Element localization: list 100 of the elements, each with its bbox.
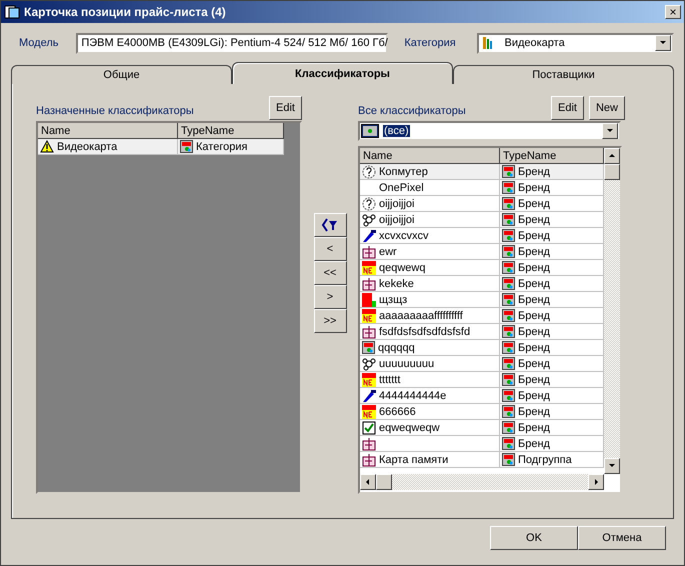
flower-icon bbox=[362, 356, 376, 370]
category-icon bbox=[502, 293, 515, 306]
edit-button[interactable]: Edit bbox=[551, 96, 584, 120]
tab[interactable]: Классификаторы bbox=[232, 62, 453, 84]
question-icon bbox=[362, 196, 376, 210]
arrow-icon bbox=[364, 478, 372, 486]
category-icon bbox=[502, 405, 515, 418]
filter-dropdown[interactable]: (все) bbox=[358, 121, 621, 141]
table-cell[interactable]: kekeke bbox=[360, 276, 500, 292]
table-cell[interactable]: eqweqweqw bbox=[360, 420, 500, 436]
table-cell[interactable]: Бренд bbox=[500, 404, 604, 420]
column-header[interactable]: TypeName bbox=[178, 123, 284, 139]
table-cell[interactable]: Бренд bbox=[500, 244, 604, 260]
category-icon bbox=[502, 309, 515, 322]
table-cell[interactable]: Бренд bbox=[500, 292, 604, 308]
table-cell[interactable]: OnePixel bbox=[360, 180, 500, 196]
table-cell[interactable]: qeqwewq bbox=[360, 260, 500, 276]
table-cell[interactable]: Бренд bbox=[500, 276, 604, 292]
move-button[interactable]: << bbox=[314, 261, 346, 285]
category-icon bbox=[502, 229, 515, 242]
table-cell[interactable]: oijjoijjoi bbox=[360, 196, 500, 212]
table-cell[interactable]: Бренд bbox=[500, 308, 604, 324]
table-cell[interactable]: Бренд bbox=[500, 164, 604, 180]
table-cell[interactable]: Бренд bbox=[500, 260, 604, 276]
ok-button[interactable]: OK bbox=[490, 526, 578, 550]
table-cell[interactable]: Бренд bbox=[500, 356, 604, 372]
column-header[interactable]: Name bbox=[360, 148, 500, 164]
model-field[interactable]: ПЭВМ E4000MB (E4309LGi): Pentium-4 524/ 512 Мб/ 160 Гб/ bbox=[76, 32, 388, 54]
new-button[interactable]: New bbox=[588, 96, 625, 120]
scroll-right-button[interactable] bbox=[588, 474, 604, 490]
scroll-left-button[interactable] bbox=[360, 474, 376, 490]
table-cell[interactable]: Бренд bbox=[500, 388, 604, 404]
filter-button[interactable] bbox=[314, 213, 346, 237]
table-cell[interactable]: Карта памяти bbox=[360, 452, 500, 468]
gift-icon bbox=[362, 324, 376, 338]
table-cell[interactable]: 666666 bbox=[360, 404, 500, 420]
table-cell[interactable]: xcvxcvxcv bbox=[360, 228, 500, 244]
column-header[interactable]: Name bbox=[38, 123, 178, 139]
table-cell[interactable]: Бренд bbox=[500, 436, 604, 452]
category-icon bbox=[361, 124, 379, 138]
category-icon bbox=[502, 357, 515, 370]
move-button[interactable]: > bbox=[314, 285, 346, 309]
column-header[interactable]: TypeName bbox=[500, 148, 604, 164]
category-label: Категория bbox=[404, 37, 457, 49]
table-cell[interactable]: Бренд bbox=[500, 180, 604, 196]
tab[interactable]: Общие bbox=[11, 65, 232, 84]
category-icon bbox=[502, 341, 515, 354]
table-cell[interactable]: uuuuuuuuu bbox=[360, 356, 500, 372]
category-icon bbox=[502, 373, 515, 386]
close-button[interactable]: × bbox=[665, 5, 681, 19]
table-cell[interactable]: Копмутер bbox=[360, 164, 500, 180]
new-icon bbox=[362, 308, 376, 322]
table-cell[interactable]: aaaaaaaaaffffffffff bbox=[360, 308, 500, 324]
category-icon bbox=[502, 453, 515, 466]
table-cell[interactable]: Бренд bbox=[500, 340, 604, 356]
warning-icon bbox=[40, 140, 54, 153]
horizontal-scrollbar[interactable] bbox=[360, 474, 604, 490]
app-icon bbox=[4, 5, 20, 19]
category-icon bbox=[180, 140, 193, 153]
table-cell[interactable]: ewr bbox=[360, 244, 500, 260]
table-cell[interactable]: oijjoijjoi bbox=[360, 212, 500, 228]
scroll-thumb[interactable] bbox=[604, 164, 620, 180]
table-cell[interactable]: 4444444444e bbox=[360, 388, 500, 404]
table-cell[interactable]: Бренд bbox=[500, 420, 604, 436]
table-cell[interactable]: щзщз bbox=[360, 292, 500, 308]
edit-button[interactable]: Edit bbox=[269, 96, 302, 120]
table-cell[interactable]: Видеокарта bbox=[38, 139, 178, 155]
scroll-thumb[interactable] bbox=[376, 474, 392, 490]
pen-icon bbox=[362, 388, 376, 402]
scroll-up-button[interactable] bbox=[604, 148, 620, 164]
move-button[interactable]: < bbox=[314, 237, 346, 261]
table-cell[interactable]: Подгруппа bbox=[500, 452, 604, 468]
tab[interactable]: Поставщики bbox=[453, 65, 674, 84]
table-cell[interactable]: Бренд bbox=[500, 324, 604, 340]
caret-icon bbox=[659, 39, 667, 47]
table-cell[interactable]: fsdfdsfsdfsdfdsfsfd bbox=[360, 324, 500, 340]
category-dropdown[interactable]: Видеокарта bbox=[477, 32, 674, 54]
table-cell[interactable] bbox=[360, 436, 500, 452]
table-cell[interactable]: qqqqqq bbox=[360, 340, 500, 356]
category-icon bbox=[362, 341, 375, 354]
pen-icon bbox=[362, 228, 376, 242]
table-cell[interactable]: Бренд bbox=[500, 212, 604, 228]
vertical-scrollbar[interactable] bbox=[604, 148, 620, 474]
scroll-down-button[interactable] bbox=[604, 458, 620, 474]
table-cell[interactable]: Бренд bbox=[500, 372, 604, 388]
filter-icon bbox=[321, 218, 339, 232]
category-icon bbox=[502, 325, 515, 338]
table-cell[interactable]: ttttttt bbox=[360, 372, 500, 388]
model-label: Модель bbox=[19, 37, 60, 49]
category-icon bbox=[502, 245, 515, 258]
question-icon bbox=[362, 164, 376, 178]
window-title: Карточка позиции прайс-листа (4) bbox=[24, 5, 227, 19]
move-button[interactable]: >> bbox=[314, 309, 346, 333]
gift-icon bbox=[362, 436, 376, 450]
table-cell[interactable]: Бренд bbox=[500, 228, 604, 244]
category-icon bbox=[502, 197, 515, 210]
table-cell[interactable]: Бренд bbox=[500, 196, 604, 212]
cancel-button[interactable]: Отмена bbox=[578, 526, 666, 550]
table-cell[interactable]: Категория bbox=[178, 139, 284, 155]
category-icon bbox=[502, 389, 515, 402]
